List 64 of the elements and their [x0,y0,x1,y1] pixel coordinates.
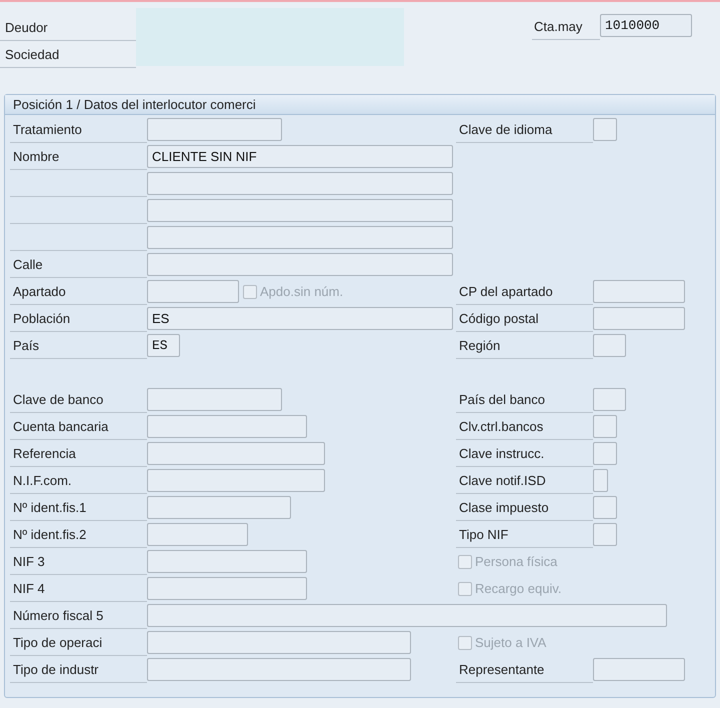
input-field[interactable] [593,388,626,411]
field-label: Código postal [459,310,538,328]
field-label: Deudor [5,18,48,36]
field-label: Representante [459,660,544,679]
field-label: Sociedad [5,46,60,64]
input-field[interactable] [593,658,685,681]
field-label: Número fiscal 5 [13,606,104,624]
input-field[interactable] [593,415,617,438]
input-field[interactable]: CLIENTE SIN NIF [147,145,453,168]
input-field[interactable] [147,226,453,249]
panel-header: Posición 1 / Datos del interlocutor comerci [5,95,715,115]
field-label: Cuenta bancaria [13,418,108,436]
field-label: Clase impuesto [459,498,549,517]
field-label: Referencia [13,444,76,462]
input-field[interactable] [147,577,307,600]
input-field[interactable] [147,118,282,141]
field-label: NIF 4 [13,580,45,598]
field-label: N.I.F.com. [13,472,72,490]
field-label: Clave de banco [13,390,104,408]
input-field[interactable] [147,658,411,681]
input-field[interactable] [147,415,307,438]
field-label: Clv.ctrl.bancos [459,418,544,436]
input-field[interactable] [147,496,291,519]
field-label: Tratamiento [13,120,82,138]
input-field[interactable] [147,280,239,303]
input-field[interactable] [147,523,248,546]
input-field[interactable]: ES [147,334,180,357]
field-label: País del banco [459,390,546,408]
input-field[interactable] [593,280,685,303]
field-label: Nombre [13,148,60,166]
field-label: Tipo de operaci [13,634,102,652]
field-label: País [13,336,40,354]
field-label: NIF 3 [13,552,45,570]
input-field[interactable] [147,604,667,627]
field-label: Tipo NIF [459,526,508,544]
input-field[interactable] [593,523,617,546]
input-field[interactable] [147,631,411,654]
field-label: Región [459,336,500,355]
input-field[interactable] [593,307,685,330]
field-label: Nº ident.fis.2 [13,526,86,544]
input-field[interactable] [593,469,608,492]
input-field[interactable] [593,496,617,519]
field-label: Nº ident.fis.1 [13,498,86,516]
input-field[interactable] [593,334,626,357]
field-label: CP del apartado [459,282,553,301]
input-field[interactable] [147,172,453,195]
input-field[interactable]: 1010000 [600,14,692,37]
field-label: Clave notif.ISD [459,472,546,490]
input-field[interactable] [593,118,617,141]
input-field[interactable] [147,469,325,492]
input-field[interactable] [147,199,453,222]
input-field[interactable]: ES [147,307,453,330]
input-field[interactable] [593,442,617,465]
field-label: Apartado [13,282,66,301]
field-label: Calle [13,256,43,274]
field-label: Cta.may [534,18,582,36]
field-label: Tipo de industr [13,660,99,679]
field-label: Población [13,310,70,328]
input-field[interactable] [147,442,325,465]
input-field[interactable] [147,550,307,573]
field-label: Clave de idioma [459,120,552,138]
field-label: Clave instrucc. [459,444,544,462]
input-field[interactable] [147,388,282,411]
input-field[interactable] [147,253,453,276]
